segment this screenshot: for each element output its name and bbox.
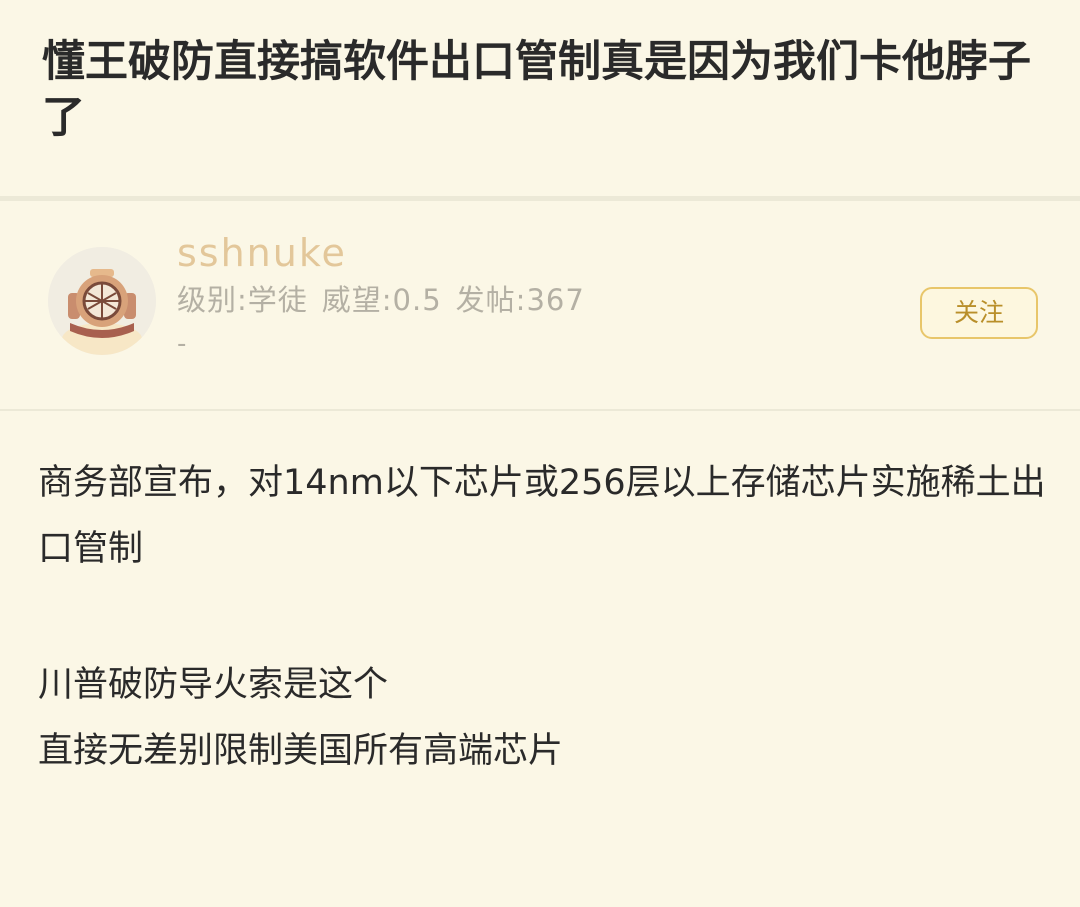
avatar[interactable] xyxy=(48,247,156,355)
user-meta: 级别:学徒 威望:0.5 发帖:367 xyxy=(177,281,599,319)
post-body: 商务部宣布，对14nm以下芯片或256层以上存储芯片实施稀土出口管制 川普破防导… xyxy=(38,450,1048,784)
post-paragraph: 商务部宣布，对14nm以下芯片或256层以上存储芯片实施稀土出口管制 xyxy=(38,463,1046,569)
follow-button[interactable]: 关注 xyxy=(920,287,1038,339)
user-signature: - xyxy=(177,329,187,359)
diving-helmet-icon xyxy=(48,247,156,355)
thread-title: 懂王破防直接搞软件出口管制真是因为我们卡他脖子了 xyxy=(42,37,1031,143)
user-post-count: 发帖:367 xyxy=(455,283,585,317)
author-divider xyxy=(0,409,1080,411)
user-level: 级别:学徒 xyxy=(177,283,308,317)
thread-header: 懂王破防直接搞软件出口管制真是因为我们卡他脖子了 xyxy=(0,0,1080,196)
user-reputation: 威望:0.5 xyxy=(321,283,442,317)
post-paragraph: 川普破防导火索是这个 xyxy=(38,665,389,705)
author-bar: sshnuke 级别:学徒 威望:0.5 发帖:367 - 关注 xyxy=(0,201,1080,409)
username[interactable]: sshnuke xyxy=(177,231,347,275)
post-paragraph: 直接无差别限制美国所有高端芯片 xyxy=(38,731,564,771)
